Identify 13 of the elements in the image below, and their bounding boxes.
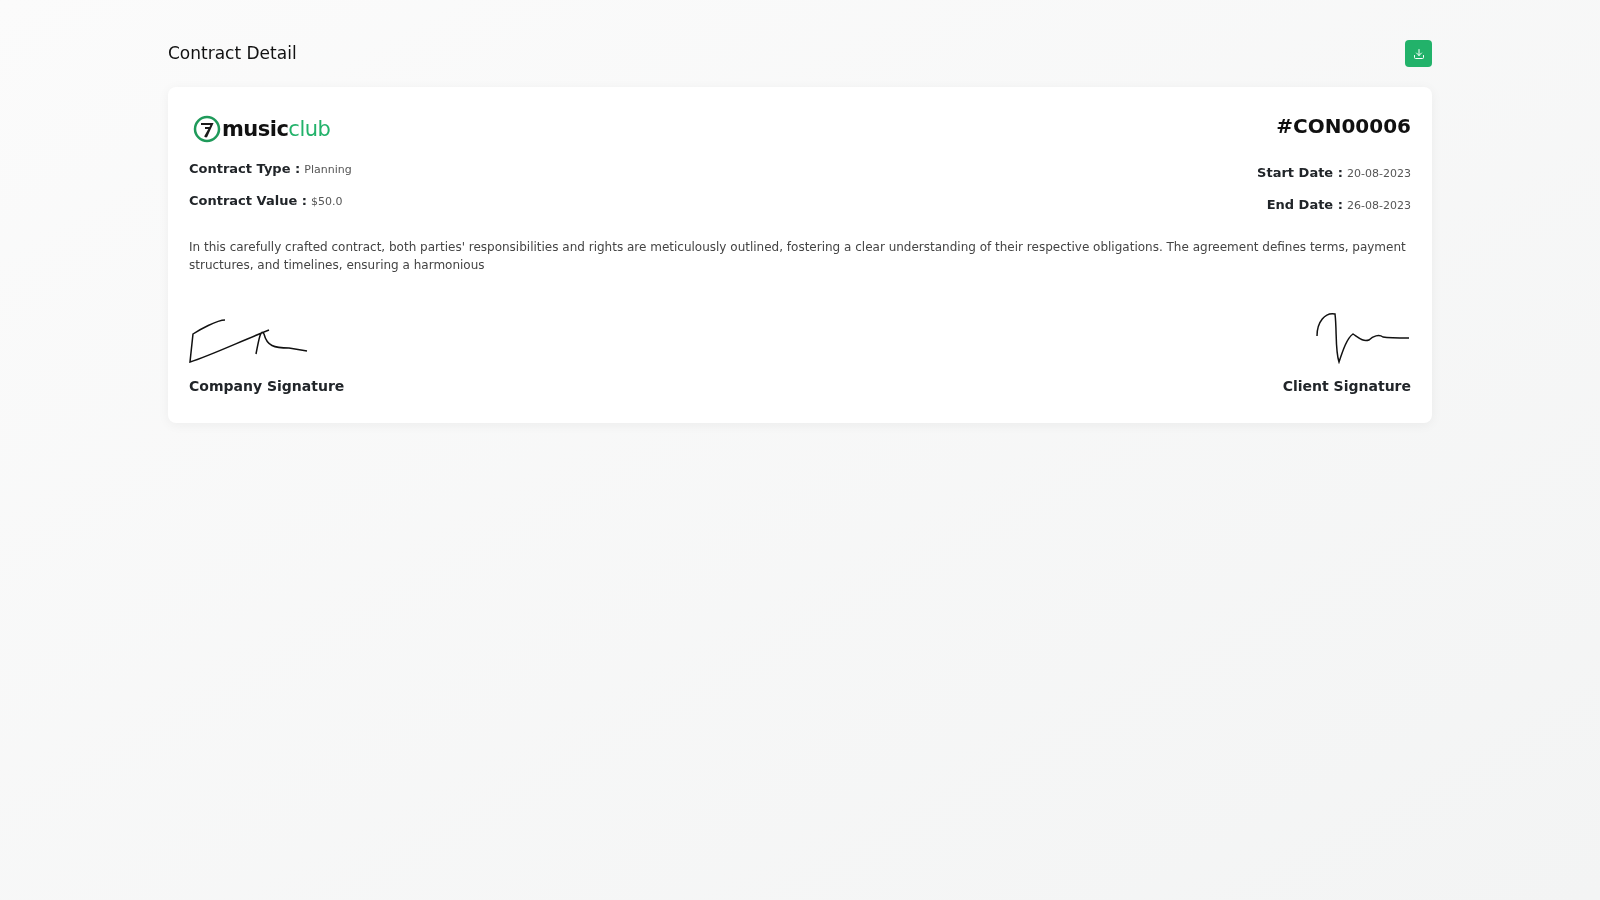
field-line: End Date : 26-08-2023 bbox=[1266, 195, 1411, 214]
page-title: Contract Detail bbox=[168, 41, 297, 65]
logo-icon bbox=[193, 115, 221, 143]
download-icon bbox=[1412, 47, 1425, 60]
field-line: Contract Type : Planning bbox=[189, 160, 352, 178]
logo-text: musicclub bbox=[222, 118, 331, 140]
signature-label: Company Signature bbox=[189, 377, 345, 396]
field-line: Contract Value : $50.0 bbox=[189, 191, 344, 210]
signature-label: Client Signature bbox=[1282, 377, 1411, 396]
field-line: Start Date : 20-08-2023 bbox=[1257, 164, 1411, 182]
contract-number: #CON00006 bbox=[1276, 113, 1411, 140]
download-button[interactable] bbox=[1405, 40, 1432, 67]
contract-description: In this carefully crafted contract, both parties' responsibilities and rights are meticulously outlined, fostering a clear understanding of their respective obligations. The agreement defines terms, payment structures, and timelines, ensuring a harmonious bbox=[189, 239, 1407, 274]
